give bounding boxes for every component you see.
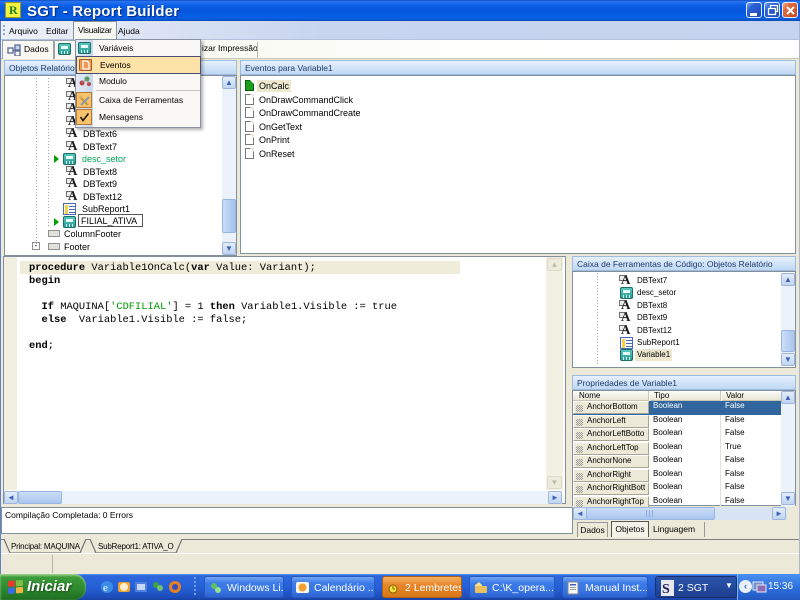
svg-text:e: e <box>103 582 108 594</box>
svg-text:S: S <box>662 582 670 597</box>
